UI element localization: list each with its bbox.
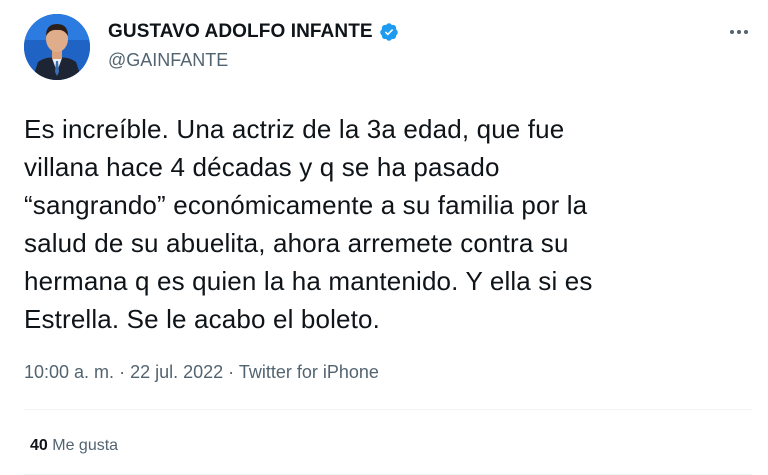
tweet-text-line: Es increíble. Una actriz de la 3a edad, … <box>24 114 565 144</box>
dot <box>730 30 734 34</box>
verified-badge-icon <box>379 22 399 42</box>
tweet-text-line: hermana q es quien la ha mantenido. Y el… <box>24 266 593 296</box>
more-options-icon[interactable] <box>724 22 754 42</box>
profile-photo-icon <box>24 14 90 80</box>
meta-separator: · <box>114 362 131 382</box>
author-name-text: GUSTAVO ADOLFO INFANTE <box>108 21 373 42</box>
meta-separator: · <box>223 362 239 382</box>
author-name[interactable]: GUSTAVO ADOLFO INFANTE <box>108 21 399 43</box>
tweet-text-line: Estrella. Se le acabo el boleto. <box>24 304 381 334</box>
tweet-text-line: salud de su abuelita, ahora arremete con… <box>24 228 569 258</box>
tweet-card: GUSTAVO ADOLFO INFANTE @GAINFANTE Es inc… <box>0 0 768 475</box>
likes-count: 40 <box>30 437 48 454</box>
divider <box>24 409 752 410</box>
tweet-text-line: “sangrando” económicamente a su familia … <box>24 190 588 220</box>
likes-label: Me gusta <box>52 437 119 454</box>
tweet-date[interactable]: 22 jul. 2022 <box>130 362 223 382</box>
author-avatar[interactable] <box>24 14 90 80</box>
tweet-time[interactable]: 10:00 a. m. <box>24 362 114 382</box>
dot <box>744 30 748 34</box>
author-handle[interactable]: @GAINFANTE <box>108 50 228 71</box>
dot <box>737 30 741 34</box>
tweet-text-line: villana hace 4 décadas y q se ha pasado <box>24 152 500 182</box>
likes-stat[interactable]: 40 Me gusta <box>30 437 118 455</box>
tweet-text: Es increíble. Una actriz de la 3a edad, … <box>24 110 744 338</box>
tweet-source[interactable]: Twitter for iPhone <box>239 362 379 382</box>
tweet-metadata: 10:00 a. m. · 22 jul. 2022 · Twitter for… <box>24 362 379 383</box>
